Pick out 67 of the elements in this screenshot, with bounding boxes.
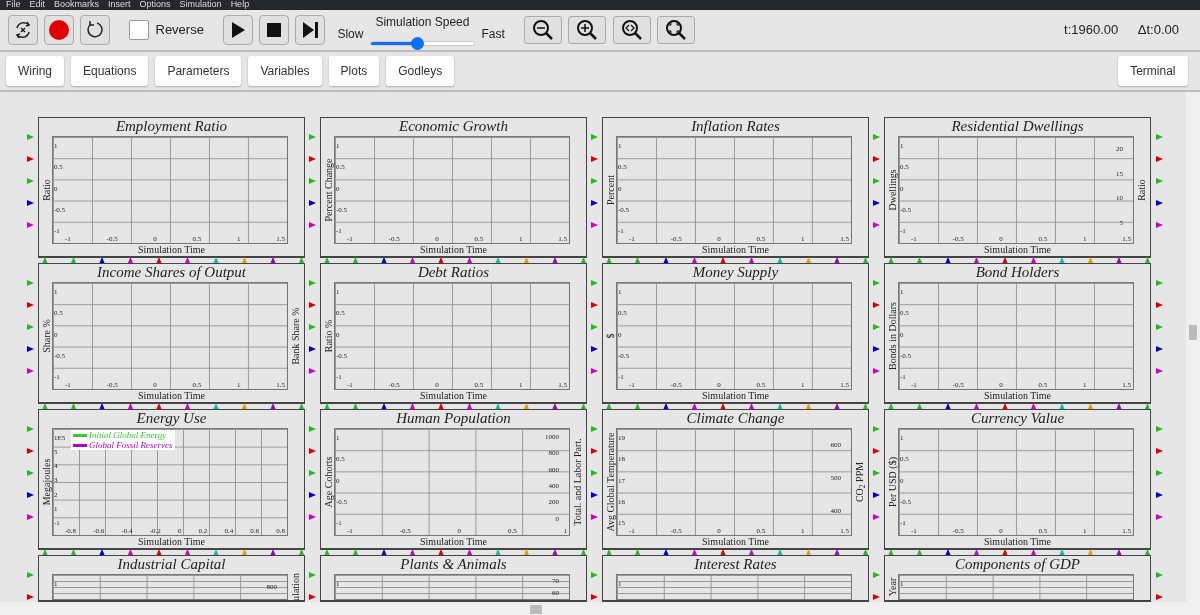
axis-label: Simulation Time (137, 536, 206, 548)
axis-label: Simulation Time (983, 536, 1052, 548)
tab[interactable]: Parameters (155, 56, 242, 86)
plot-title: Industrial Capital (116, 556, 227, 574)
plot-title: Economic Growth (398, 118, 509, 136)
axis-label: Percent (604, 175, 615, 205)
menu-item[interactable]: Options (139, 0, 171, 10)
plot-title: Human Population (395, 410, 512, 428)
axis-label: Ratio (1135, 179, 1146, 201)
tab[interactable]: Equations (71, 56, 149, 86)
timestep-readout: Δt:0.00 (1137, 21, 1179, 40)
tab[interactable]: Terminal (1118, 56, 1188, 86)
menu-item[interactable]: File (6, 0, 21, 10)
tab[interactable]: Plots (328, 56, 380, 86)
axis-label: Simulation Time (419, 390, 488, 402)
slider-title: Simulation Speed (374, 14, 471, 29)
slider-label: Slow (337, 25, 364, 43)
plot-title: Interest Rates (693, 556, 778, 574)
plot-title: Inflation Rates (690, 118, 781, 136)
plot-title: Residential Dwellings (950, 118, 1085, 136)
axis-label: Ratio % (322, 319, 333, 353)
axis-label: Simulation Time (701, 390, 770, 402)
legend-label: Initial Global Energy (89, 430, 167, 440)
time-readout: t:1960.00 (1064, 21, 1119, 40)
axis-label: Age Cohorts (322, 456, 333, 508)
plot-title: Money Supply (691, 264, 780, 282)
axis-label: Bank Share % (289, 307, 300, 365)
axis-label: Ratio (40, 179, 51, 201)
axis-label: Per USD ($) (886, 457, 897, 507)
tab[interactable]: Godleys (386, 56, 455, 86)
plot-title: Employment Ratio (114, 118, 229, 136)
plot-title: Climate Change (685, 410, 786, 428)
axis-label: Simulation Time (701, 244, 770, 256)
plot-title: Plants & Animals (399, 556, 508, 574)
plot-title: Energy Use (135, 410, 208, 428)
axis-label: $ (604, 333, 615, 339)
slider-label: Fast (481, 25, 505, 43)
axis-label: Percent Change (322, 158, 333, 222)
plot-title: Debt Ratios (416, 264, 491, 282)
plot-title: Bond Holders (974, 264, 1061, 282)
axis-label: Total. and Labor Part. (571, 438, 582, 526)
axis-label: Bonds in Dollars (886, 302, 897, 370)
axis-label: Share % (40, 319, 51, 353)
legend-label: Global Fossil Reserves (89, 440, 173, 450)
axis-label: Dwellings (886, 169, 897, 211)
menu-item[interactable]: Insert (108, 0, 131, 10)
menu-item[interactable]: Simulation (179, 0, 222, 10)
axis-label: Simulation Time (419, 244, 488, 256)
menu-item[interactable]: Help (230, 0, 250, 10)
axis-label: Simulation Time (137, 390, 206, 402)
checkbox-label: Reverse (155, 21, 204, 40)
plot-title: Currency Value (969, 410, 1066, 428)
axis-label: Megajoules (40, 458, 51, 506)
axis-label: ulation (289, 573, 300, 601)
axis-label: Simulation Time (419, 536, 488, 548)
plot-title: Income Shares of Output (96, 264, 247, 282)
menu-item[interactable]: Edit (29, 0, 46, 10)
tab[interactable]: Variables (248, 56, 322, 86)
tab[interactable]: Wiring (6, 56, 64, 86)
axis-label: Avg Global Temperature (604, 432, 615, 532)
menu-item[interactable]: Bookmarks (54, 0, 100, 10)
axis-label: Simulation Time (983, 390, 1052, 402)
axis-label: Simulation Time (983, 244, 1052, 256)
plot-title: Components of GDP (954, 556, 1081, 574)
axis-label: Simulation Time (137, 244, 206, 256)
axis-label: Year (886, 577, 897, 597)
axis-label: Simulation Time (701, 536, 770, 548)
